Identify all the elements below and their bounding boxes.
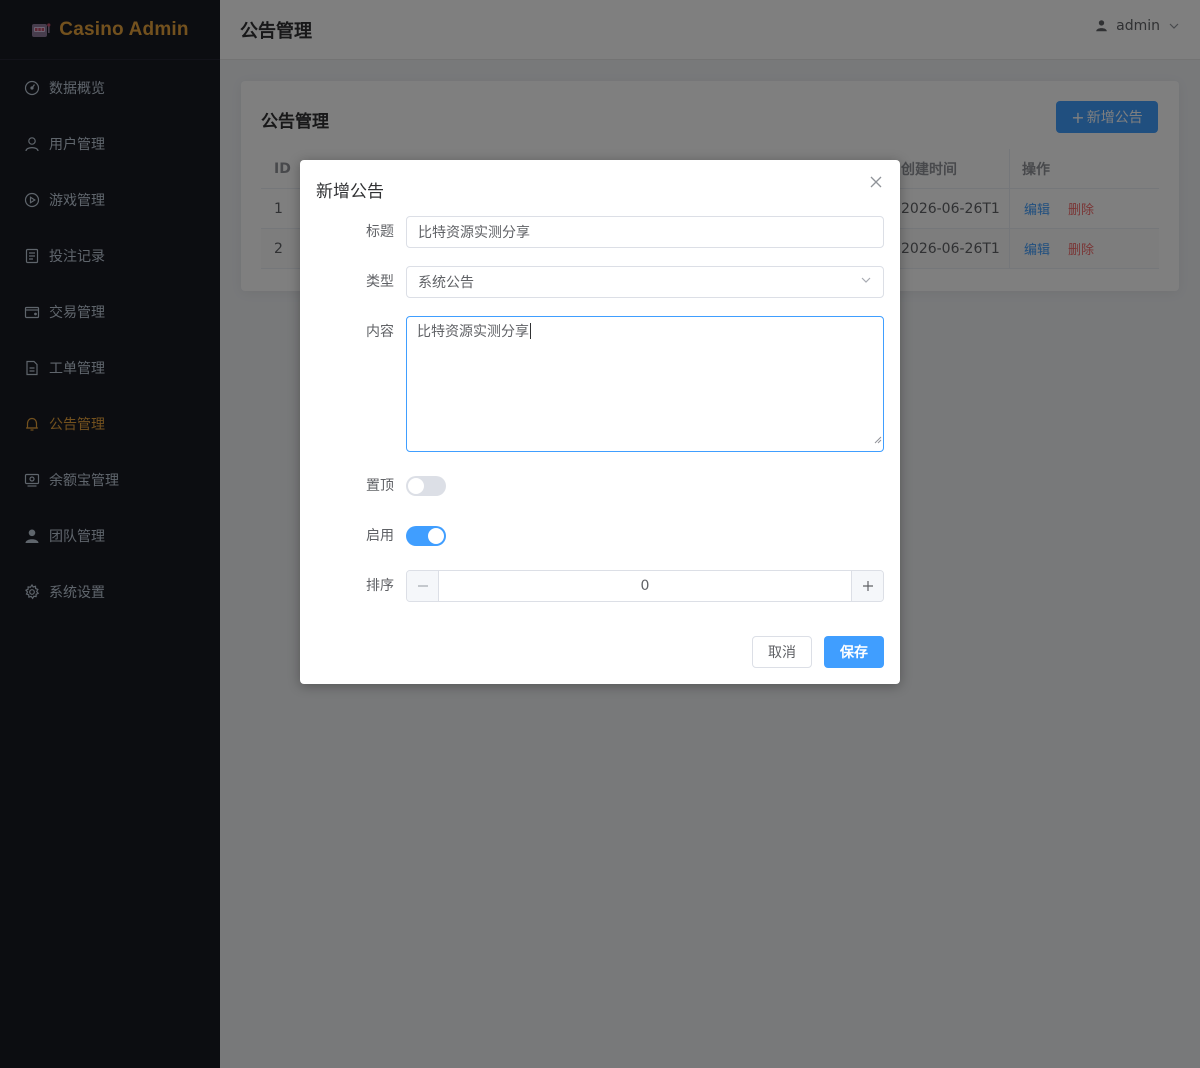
form-row-sort: 排序 0 xyxy=(300,570,900,602)
sort-label: 排序 xyxy=(366,578,394,594)
enabled-toggle[interactable] xyxy=(406,526,446,546)
toggle-knob xyxy=(428,528,444,544)
increment-button[interactable] xyxy=(851,571,883,601)
form-row-enabled: 启用 xyxy=(300,520,900,552)
pinned-label: 置顶 xyxy=(366,478,394,494)
save-button[interactable]: 保存 xyxy=(824,636,884,668)
decrement-button[interactable] xyxy=(407,571,439,601)
type-select-value: 系统公告 xyxy=(418,275,474,291)
pinned-toggle[interactable] xyxy=(406,476,446,496)
content-text: 比特资源实测分享 xyxy=(417,324,529,340)
sort-stepper: 0 xyxy=(406,570,884,602)
type-select[interactable]: 系统公告 xyxy=(406,266,884,298)
content-label: 内容 xyxy=(366,324,394,340)
text-cursor xyxy=(530,323,531,339)
form-row-content: 内容 比特资源实测分享 xyxy=(300,316,900,452)
type-label: 类型 xyxy=(366,274,394,290)
form-row-pinned: 置顶 xyxy=(300,470,900,502)
minus-icon xyxy=(417,585,428,587)
cancel-button[interactable]: 取消 xyxy=(752,636,812,668)
toggle-knob xyxy=(408,478,424,494)
close-icon[interactable] xyxy=(868,174,884,190)
plus-icon xyxy=(862,581,873,591)
chevron-down-icon xyxy=(860,274,872,290)
form-row-type: 类型 系统公告 xyxy=(300,266,900,298)
title-input[interactable]: 比特资源实测分享 xyxy=(406,216,884,248)
new-announcement-dialog: 新增公告 标题 比特资源实测分享 类型 系统公告 内容 比特资源实测分享 置顶 … xyxy=(300,160,900,684)
content-textarea[interactable]: 比特资源实测分享 xyxy=(406,316,884,452)
title-label: 标题 xyxy=(366,224,394,240)
enabled-label: 启用 xyxy=(366,528,394,544)
form-row-title: 标题 比特资源实测分享 xyxy=(300,216,900,248)
resize-handle-icon[interactable] xyxy=(874,430,882,450)
dialog-title: 新增公告 xyxy=(316,182,384,202)
sort-value-input[interactable]: 0 xyxy=(439,571,851,601)
